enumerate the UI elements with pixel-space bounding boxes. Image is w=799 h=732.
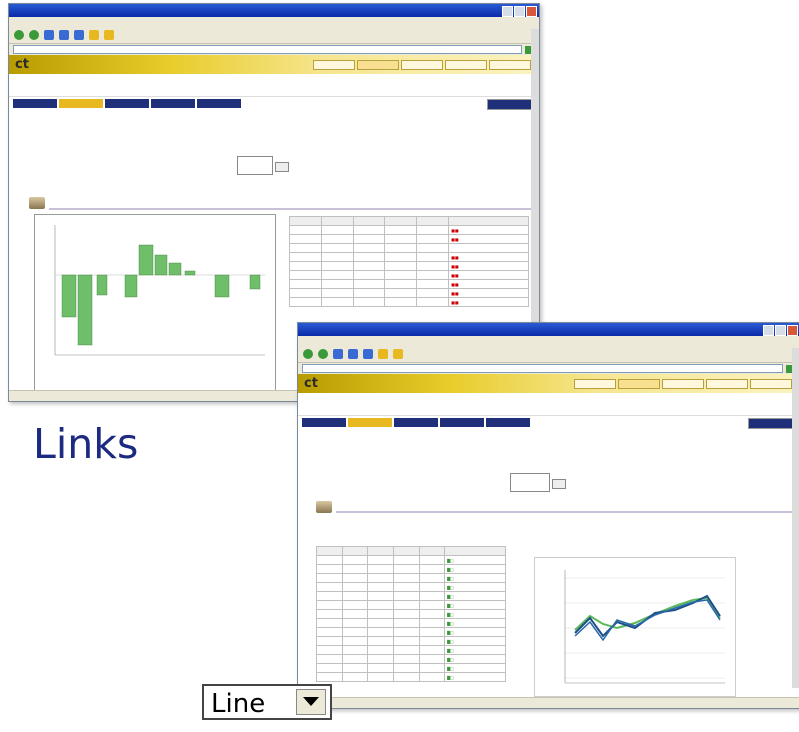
browser-toolbar bbox=[9, 27, 539, 44]
go-small-button[interactable] bbox=[552, 479, 566, 489]
chart-type-value: Line bbox=[211, 689, 266, 719]
maximize-icon[interactable] bbox=[775, 325, 786, 336]
favorites-icon[interactable] bbox=[104, 30, 114, 40]
dropdown-button[interactable] bbox=[296, 689, 326, 715]
divider bbox=[336, 511, 796, 513]
page-subtitle bbox=[219, 77, 269, 87]
bar bbox=[124, 274, 138, 298]
go-small-button[interactable] bbox=[275, 162, 289, 172]
search-icon[interactable] bbox=[378, 349, 388, 359]
app-header: ct bbox=[9, 55, 539, 74]
maximize-icon[interactable] bbox=[514, 6, 525, 17]
data-table: ■■ ■■ ■■ ■■ ■■ ■■ ■■ ■■ bbox=[289, 216, 529, 307]
report-icon bbox=[316, 501, 332, 513]
status-bar bbox=[298, 697, 799, 708]
nav-tabs bbox=[9, 99, 539, 110]
title-bar bbox=[9, 4, 539, 17]
bar bbox=[249, 274, 261, 290]
divider bbox=[49, 208, 539, 210]
minimize-icon[interactable] bbox=[763, 325, 774, 336]
bar bbox=[96, 274, 108, 296]
nav-tabs bbox=[298, 418, 799, 429]
nav-tab[interactable] bbox=[105, 99, 149, 108]
app-logo: ct bbox=[15, 57, 29, 72]
app-tab[interactable] bbox=[489, 60, 531, 70]
period-select[interactable] bbox=[510, 473, 550, 492]
minimize-icon[interactable] bbox=[502, 6, 513, 17]
app-tab[interactable] bbox=[401, 60, 443, 70]
bar bbox=[77, 274, 93, 346]
bar bbox=[184, 270, 196, 276]
report-icon bbox=[29, 197, 45, 209]
page-options-button[interactable] bbox=[487, 99, 533, 110]
nav-tab[interactable] bbox=[394, 418, 438, 427]
app-logo: ct bbox=[304, 376, 318, 391]
breadcrumb-row bbox=[9, 74, 539, 97]
nav-tab[interactable] bbox=[151, 99, 195, 108]
search-icon[interactable] bbox=[89, 30, 99, 40]
app-tab[interactable] bbox=[445, 60, 487, 70]
nav-tab[interactable] bbox=[197, 99, 241, 108]
stop-icon[interactable] bbox=[333, 349, 343, 359]
stop-icon[interactable] bbox=[44, 30, 54, 40]
bar-chart-svg bbox=[54, 225, 265, 356]
refresh-icon[interactable] bbox=[59, 30, 69, 40]
address-field[interactable] bbox=[302, 364, 783, 373]
chevron-down-icon bbox=[303, 697, 319, 706]
line-chart-svg bbox=[564, 570, 725, 684]
address-bar bbox=[298, 363, 799, 374]
line-chart bbox=[534, 557, 736, 697]
nav-tab-active[interactable] bbox=[348, 418, 392, 427]
home-icon[interactable] bbox=[363, 349, 373, 359]
bar-chart bbox=[34, 214, 276, 391]
links-caption: Links bbox=[33, 420, 139, 468]
nav-tab[interactable] bbox=[13, 99, 57, 108]
favorites-icon[interactable] bbox=[393, 349, 403, 359]
bar bbox=[214, 274, 230, 298]
address-bar bbox=[9, 44, 539, 55]
bar bbox=[154, 254, 168, 276]
nav-tab[interactable] bbox=[486, 418, 530, 427]
app-tab[interactable] bbox=[750, 379, 792, 389]
nav-tab-active[interactable] bbox=[59, 99, 103, 108]
menu-bar bbox=[9, 17, 539, 27]
nav-tab[interactable] bbox=[440, 418, 484, 427]
back-icon[interactable] bbox=[14, 30, 24, 40]
home-icon[interactable] bbox=[74, 30, 84, 40]
breadcrumb-row bbox=[298, 393, 799, 416]
app-tab[interactable] bbox=[662, 379, 704, 389]
nav-tab[interactable] bbox=[302, 418, 346, 427]
browser-toolbar bbox=[298, 346, 799, 363]
bar bbox=[138, 244, 154, 276]
app-tab-active[interactable] bbox=[618, 379, 660, 389]
app-tabs bbox=[313, 60, 531, 70]
chart-type-select[interactable]: Line bbox=[202, 684, 332, 720]
app-tab[interactable] bbox=[574, 379, 616, 389]
forward-icon[interactable] bbox=[318, 349, 328, 359]
app-header: ct bbox=[298, 374, 799, 393]
app-tab[interactable] bbox=[313, 60, 355, 70]
menu-bar bbox=[298, 336, 799, 346]
back-icon[interactable] bbox=[303, 349, 313, 359]
page-options-button[interactable] bbox=[748, 418, 794, 429]
forward-icon[interactable] bbox=[29, 30, 39, 40]
scrollbar[interactable] bbox=[792, 348, 799, 688]
app-tab-active[interactable] bbox=[357, 60, 399, 70]
report-heading bbox=[336, 493, 436, 507]
app-tabs bbox=[574, 379, 792, 389]
period-select[interactable] bbox=[237, 156, 273, 175]
bar bbox=[168, 262, 182, 276]
bar bbox=[61, 274, 77, 318]
refresh-icon[interactable] bbox=[348, 349, 358, 359]
browser-window-line-chart: ct ▇▢ ▇▢ ▇▢ ▇▢ ▇▢ ▇▢ ▇▢ ▇▢ ▇▢ ▇▢ ▇▢ ▇▢ ▇… bbox=[297, 322, 799, 709]
report-heading bbox=[50, 190, 170, 204]
close-icon[interactable] bbox=[787, 325, 798, 336]
address-field[interactable] bbox=[13, 45, 522, 54]
data-table: ▇▢ ▇▢ ▇▢ ▇▢ ▇▢ ▇▢ ▇▢ ▇▢ ▇▢ ▇▢ ▇▢ ▇▢ ▇▢ ▇… bbox=[316, 546, 506, 682]
title-bar bbox=[298, 323, 799, 336]
app-tab[interactable] bbox=[706, 379, 748, 389]
close-icon[interactable] bbox=[526, 6, 537, 17]
